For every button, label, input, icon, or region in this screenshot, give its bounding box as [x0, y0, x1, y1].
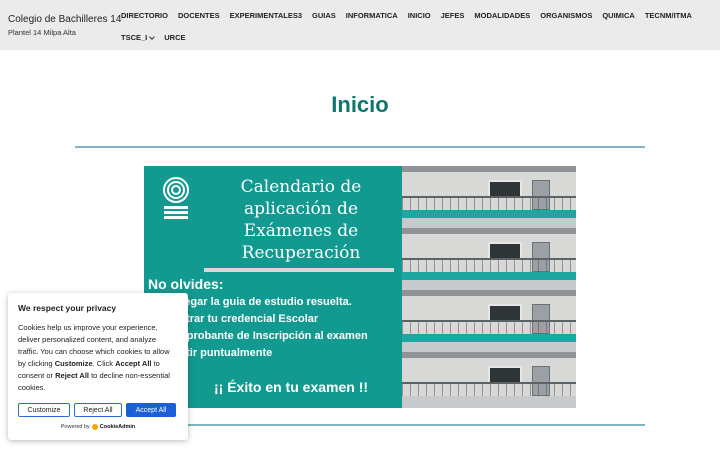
- building-photo: [402, 166, 576, 408]
- banner-reminder: No olvides:: [148, 276, 224, 292]
- divider-top: [75, 146, 645, 148]
- list-item: nprobante de Inscripción al examen: [180, 330, 368, 342]
- cookie-consent-dialog: We respect your privacy Cookies help us …: [8, 293, 188, 440]
- banner-closing: ¡¡ Éxito en tu examen !!: [214, 379, 369, 395]
- building-floor: [402, 290, 576, 348]
- site-title[interactable]: Colegio de Bachilleres 14: [8, 14, 121, 26]
- site-subtitle: Plantel 14 Milpa Alta: [8, 28, 76, 37]
- nav-item-tsce-i-label: TSCE_I: [121, 33, 148, 42]
- nav-item-informatica[interactable]: INFORMATICA: [346, 10, 398, 22]
- nav-item-guias[interactable]: GUIAS: [312, 10, 336, 22]
- nav-item-docentes[interactable]: DOCENTES: [178, 10, 220, 22]
- cookie-buttons: Customize Reject All Accept All: [18, 403, 176, 417]
- teal-band: [402, 334, 576, 342]
- nav-item-urce[interactable]: URCE: [164, 32, 185, 44]
- banner-title-line: Exámenes de: [243, 221, 359, 241]
- building-floor: [402, 166, 576, 224]
- list-item: regar la guia de estudio resuelta.: [180, 296, 352, 308]
- railing: [402, 196, 576, 210]
- customize-button[interactable]: Customize: [18, 403, 70, 417]
- railing: [402, 258, 576, 272]
- nav-item-tsce-i[interactable]: TSCE_I: [121, 32, 156, 44]
- reject-all-button[interactable]: Reject All: [74, 403, 122, 417]
- cookieadmin-logo-icon: [91, 424, 98, 430]
- school-logo-icon: [163, 177, 189, 219]
- banner-image: Calendario de aplicación de Exámenes de …: [144, 166, 576, 408]
- cookie-text-accept-all: Accept All: [115, 359, 152, 368]
- nav-item-inicio[interactable]: INICIO: [408, 10, 431, 22]
- list-item: stir puntualmente: [180, 347, 273, 359]
- banner-title-line: Calendario de: [240, 177, 362, 197]
- banner-title-line: Recuperación: [241, 243, 361, 263]
- nav-item-tecnm-itma[interactable]: TECNM/ITMA: [645, 10, 692, 22]
- cookie-text: . Click: [92, 359, 116, 368]
- cookie-text-customize: Customize: [54, 359, 93, 368]
- railing: [402, 382, 576, 396]
- site-brand[interactable]: Colegio de Bachilleres 14 Plantel 14 Mil…: [8, 14, 121, 38]
- nav-item-jefes[interactable]: JEFES: [441, 10, 465, 22]
- cookieadmin-name: CookieAdmin: [99, 424, 136, 430]
- cookie-text-reject-all: Reject All: [55, 371, 90, 380]
- banner-divider: [204, 268, 394, 272]
- nav-item-organismos[interactable]: ORGANISMOS: [540, 10, 592, 22]
- nav-item-modalidades[interactable]: MODALIDADES: [474, 10, 530, 22]
- cookie-powered-by[interactable]: Powered by CookieAdmin: [8, 424, 188, 430]
- building-floor: [402, 228, 576, 286]
- teal-band: [402, 210, 576, 218]
- page-title: Inicio: [331, 92, 389, 117]
- chevron-down-icon: [149, 33, 156, 40]
- banner-title: Calendario de aplicación de Exámenes de …: [206, 176, 396, 264]
- teal-band: [402, 272, 576, 280]
- building-floor: [402, 352, 576, 408]
- banner-reminder-list: regar la guia de estudio resuelta. strar…: [180, 294, 368, 362]
- banner-title-line: aplicación de: [243, 199, 359, 219]
- nav-item-experimentales3[interactable]: EXPERIMENTALES3: [230, 10, 302, 22]
- site-header: Colegio de Bachilleres 14 Plantel 14 Mil…: [0, 0, 720, 50]
- nav-item-quimica[interactable]: QUIMICA: [602, 10, 635, 22]
- railing: [402, 320, 576, 334]
- powered-by-label: Powered by: [60, 424, 90, 430]
- main-nav: DIRECTORIO DOCENTES EXPERIMENTALES3 GUIA…: [121, 10, 717, 44]
- nav-item-directorio[interactable]: DIRECTORIO: [121, 10, 168, 22]
- cookie-description: Cookies help us improve your experience,…: [18, 322, 178, 394]
- list-item: strar tu credencial Escolar: [180, 313, 319, 325]
- accept-all-button[interactable]: Accept All: [126, 403, 176, 417]
- cookie-title: We respect your privacy: [18, 303, 117, 313]
